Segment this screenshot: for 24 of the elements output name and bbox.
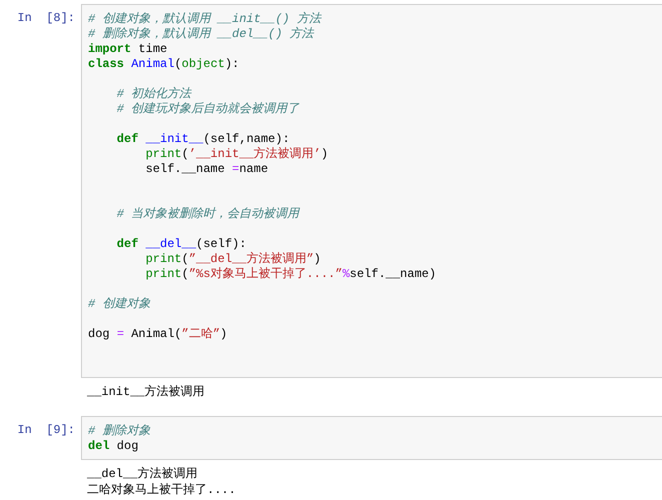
code-line: del dog [88,439,140,454]
code-line: class Animal(object): [88,57,240,72]
code-line: # 创建玩对象后自动就会被调用了 [116,102,300,117]
code-line: print(”%s对象马上被干掉了....”%self.__name) [144,267,438,282]
output-line: __init__方法被调用 [87,384,206,400]
code-line: dog = Animal(”二哈”) [88,327,228,342]
code-line: def __del__(self): [116,237,248,252]
cell-prompt: In [8]: [16,10,76,27]
code-line: def __init__(self,name): [116,132,291,146]
output-line: 二哈对象马上被干掉了.... [87,482,237,498]
code-cell[interactable]: # 删除对象 del dog [81,416,662,460]
code-cell[interactable] [81,4,662,378]
code-line: # 创建对象 [88,297,152,312]
code-line: self.__name =name [144,162,270,177]
code-line: # 删除对象，默认调用 __del__() 方法 [88,27,316,42]
code-line: print(”__del__方法被调用”) [144,252,322,267]
code-line: # 删除对象 [88,424,152,439]
code-line: import time [88,42,168,57]
output-line: __del__方法被调用 [87,466,198,482]
code-line: print(’__init__方法被调用’) [144,147,330,162]
code-line: # 创建对象，默认调用 __init__() 方法 [88,12,323,26]
cell-prompt: In [9]: [16,422,76,439]
code-line: # 当对象被删除时，会自动被调用 [116,207,301,222]
code-line: # 初始化方法 [116,87,193,102]
